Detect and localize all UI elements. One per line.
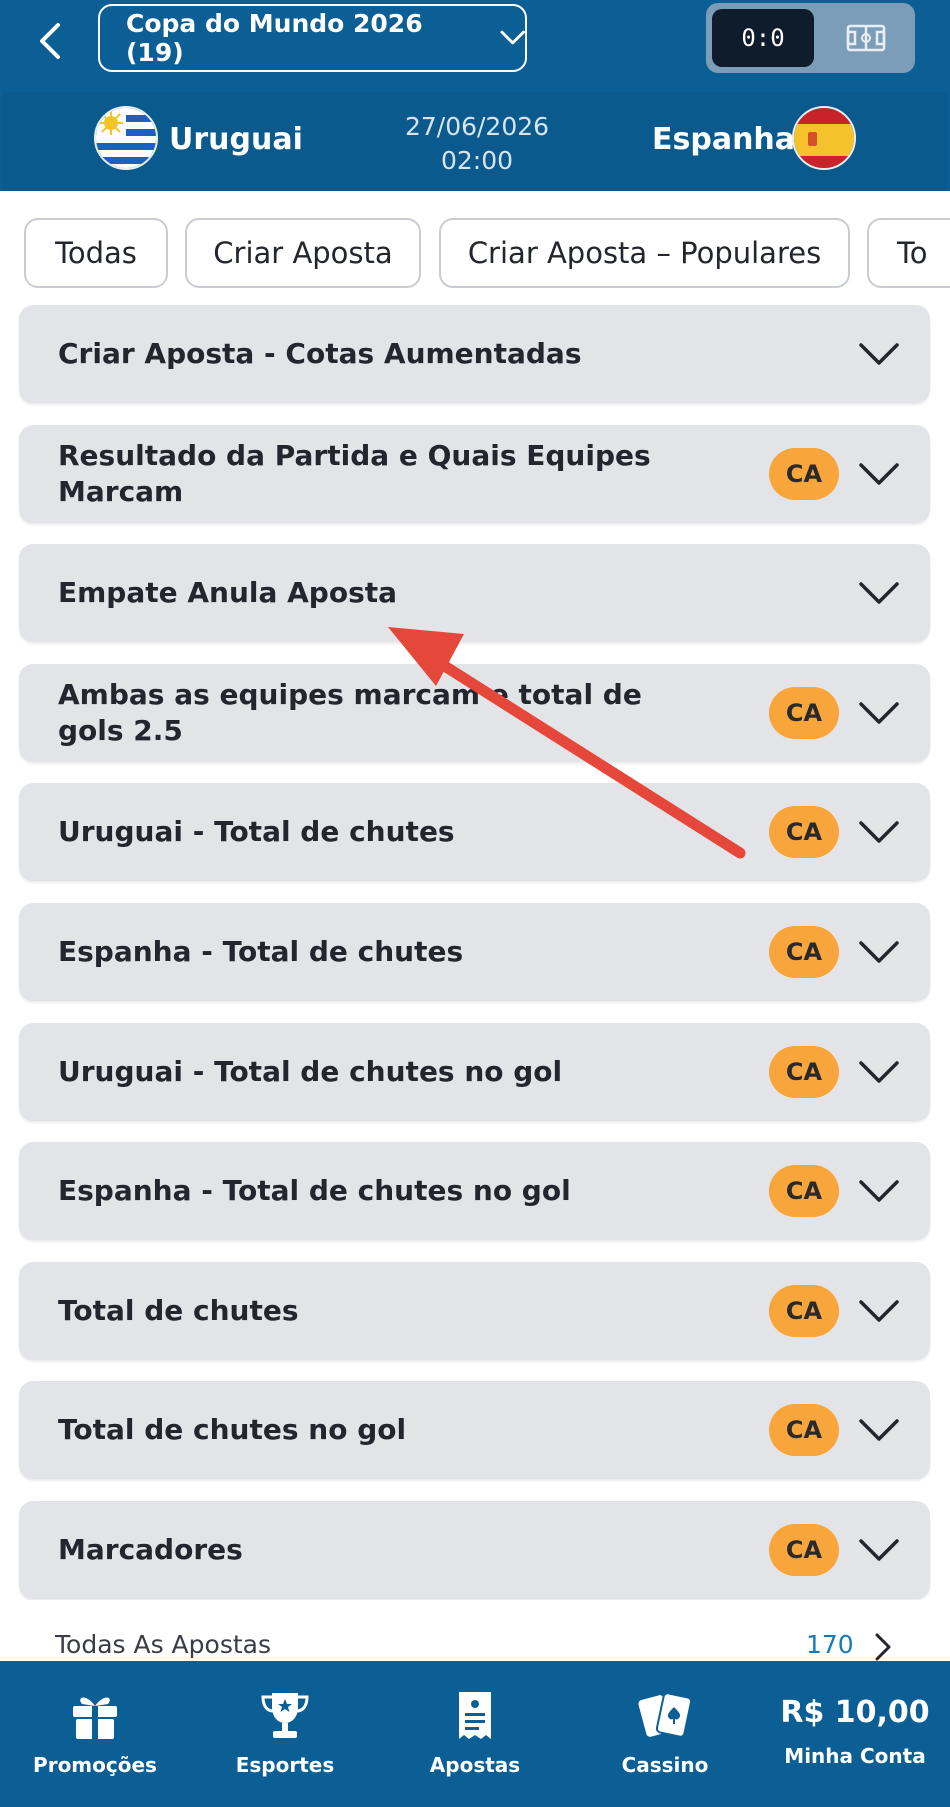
chevron-down-icon: [859, 702, 899, 724]
match-time: 02:00: [440, 146, 514, 175]
gift-icon: [65, 1687, 125, 1745]
market-title: Criar Aposta - Cotas Aumentadas: [58, 337, 582, 370]
criar-aposta-badge: CA: [769, 1524, 839, 1576]
market-row[interactable]: Empate Anula Aposta: [19, 544, 930, 642]
nav-promocoes[interactable]: Promoções: [30, 1661, 160, 1807]
market-row[interactable]: Resultado da Partida e Quais Equipes Mar…: [19, 425, 930, 523]
spain-flag-icon: [792, 106, 856, 170]
all-bets-row[interactable]: Todas As Apostas 170: [0, 1600, 950, 1661]
chevron-down-icon: [859, 941, 899, 963]
market-row[interactable]: Total de chutes no gol CA: [19, 1381, 930, 1479]
scoreboard-toggle[interactable]: 0:0: [712, 9, 814, 67]
league-dropdown[interactable]: Copa do Mundo 2026 (19): [98, 4, 527, 72]
market-title: Marcadores: [58, 1533, 243, 1566]
criar-aposta-badge: CA: [769, 1046, 839, 1098]
league-label: Copa do Mundo 2026 (19): [126, 9, 423, 67]
criar-aposta-badge: CA: [769, 1165, 839, 1217]
home-team-name: Uruguai: [169, 122, 303, 157]
chevron-down-icon: [859, 1419, 899, 1441]
bottom-navigation: Promoções Esportes Apostas Cassino R$ 10…: [0, 1661, 950, 1807]
chevron-down-icon: [859, 1180, 899, 1202]
nav-label: Apostas: [429, 1753, 521, 1777]
criar-aposta-badge: CA: [769, 448, 839, 500]
market-title: Total de chutes no gol: [58, 1413, 407, 1446]
pitch-icon: [846, 24, 886, 52]
pitch-toggle[interactable]: [822, 9, 910, 67]
account-balance: R$ 10,00: [780, 1695, 930, 1730]
criar-aposta-badge: CA: [769, 926, 839, 978]
chip-label: Criar Aposta: [213, 236, 393, 270]
chip-label: To: [897, 236, 928, 270]
chevron-down-icon: [859, 821, 899, 843]
match-header: Uruguai 27/06/2026 02:00 Espanha: [0, 92, 950, 191]
betslip-icon: [445, 1687, 505, 1745]
chevron-left-icon: [40, 23, 60, 59]
chevron-down-icon: [859, 463, 899, 485]
nav-apostas[interactable]: Apostas: [410, 1661, 540, 1807]
score-label: 0:0: [741, 24, 785, 52]
match-date: 27/06/2026: [404, 112, 550, 141]
chevron-down-icon: [859, 343, 899, 365]
market-row[interactable]: Total de chutes CA: [19, 1262, 930, 1360]
criar-aposta-badge: CA: [769, 1404, 839, 1456]
market-title: Uruguai - Total de chutes no gol: [58, 1055, 563, 1088]
view-toggle: 0:0: [706, 3, 915, 73]
criar-aposta-badge: CA: [769, 806, 839, 858]
market-title: Empate Anula Aposta: [58, 576, 398, 609]
market-title: Uruguai - Total de chutes: [58, 815, 455, 848]
chip-label: Criar Aposta – Populares: [467, 236, 822, 270]
chevron-down-icon: [859, 1061, 899, 1083]
market-title: Espanha - Total de chutes no gol: [58, 1174, 571, 1207]
nav-label: Cassino: [621, 1753, 709, 1777]
chevron-right-icon: [875, 1633, 891, 1661]
market-row[interactable]: Criar Aposta - Cotas Aumentadas: [19, 305, 930, 403]
nav-label: Promoções: [33, 1753, 157, 1777]
chevron-down-icon: [500, 30, 525, 45]
filter-chip-todas[interactable]: Todas: [24, 218, 168, 288]
criar-aposta-badge: CA: [769, 1285, 839, 1337]
criar-aposta-badge: CA: [769, 687, 839, 739]
market-title: Total de chutes: [58, 1294, 299, 1327]
chevron-down-icon: [859, 582, 899, 604]
nav-esportes[interactable]: Esportes: [220, 1661, 350, 1807]
filter-chip-criar-aposta[interactable]: Criar Aposta: [185, 218, 421, 288]
chip-label: Todas: [55, 236, 137, 270]
nav-cassino[interactable]: Cassino: [600, 1661, 730, 1807]
away-team-name: Espanha: [652, 122, 796, 157]
chevron-down-icon: [859, 1539, 899, 1561]
market-row[interactable]: Espanha - Total de chutes no gol CA: [19, 1142, 930, 1240]
filter-chip-criar-aposta-populares[interactable]: Criar Aposta – Populares: [439, 218, 850, 288]
market-row[interactable]: Marcadores CA: [19, 1501, 930, 1599]
chevron-down-icon: [859, 1300, 899, 1322]
filter-chips: Todas Criar Aposta Criar Aposta – Popula…: [0, 216, 950, 290]
market-title: Espanha - Total de chutes: [58, 935, 464, 968]
back-button[interactable]: [30, 16, 70, 66]
top-bar: Copa do Mundo 2026 (19) 0:0: [0, 0, 950, 92]
nav-label: Esportes: [235, 1753, 335, 1777]
all-bets-count: 170: [806, 1630, 854, 1659]
market-title: Ambas as equipes marcam e total de gols …: [58, 678, 642, 747]
market-title: Resultado da Partida e Quais Equipes Mar…: [58, 439, 651, 508]
market-row[interactable]: Ambas as equipes marcam e total de gols …: [19, 664, 930, 762]
market-row[interactable]: Uruguai - Total de chutes CA: [19, 783, 930, 881]
cards-icon: [635, 1687, 695, 1745]
nav-minha-conta[interactable]: R$ 10,00 Minha Conta: [770, 1661, 940, 1807]
market-row[interactable]: Uruguai - Total de chutes no gol CA: [19, 1023, 930, 1121]
trophy-icon: [255, 1687, 315, 1745]
uruguay-flag-icon: [94, 106, 158, 170]
filter-chip-more[interactable]: To: [867, 218, 950, 288]
market-row[interactable]: Espanha - Total de chutes CA: [19, 903, 930, 1001]
all-bets-label: Todas As Apostas: [55, 1630, 271, 1659]
match-header-panel: Uruguai 27/06/2026 02:00 Espanha: [3, 92, 947, 191]
nav-label: Minha Conta: [784, 1744, 926, 1768]
